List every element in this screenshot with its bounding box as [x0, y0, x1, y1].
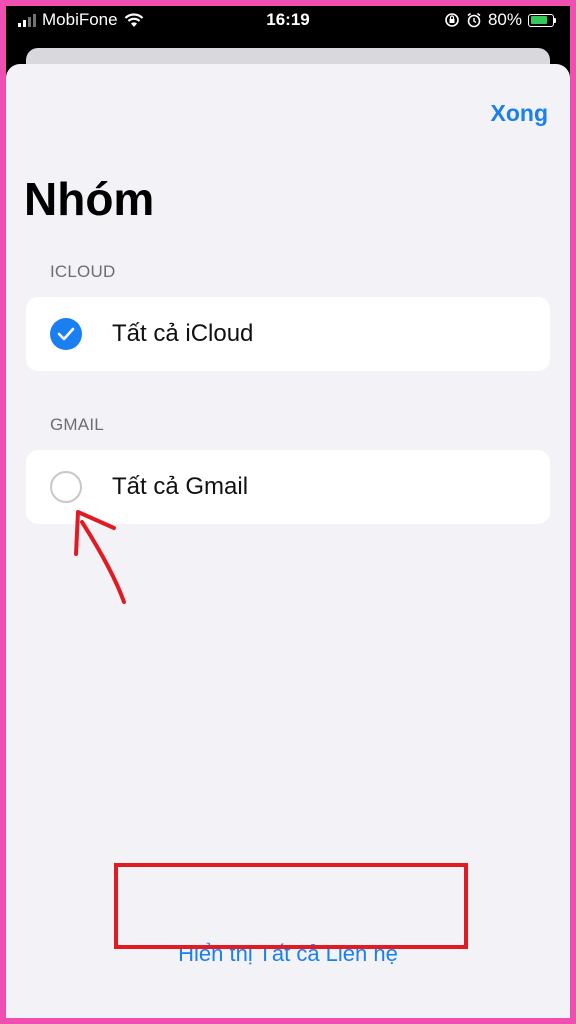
done-button[interactable]: Xong	[491, 100, 549, 127]
checkmark-icon[interactable]	[50, 318, 82, 350]
red-highlight-box	[114, 863, 468, 949]
battery-tip	[554, 17, 556, 23]
group-row-icloud[interactable]: Tất cả iCloud	[26, 297, 550, 371]
page-title: Nhóm	[24, 173, 155, 225]
phone-screen: MobiFone 16:19 80% Xong Nhóm ICLOUD Tất …	[6, 6, 570, 1018]
status-bar: MobiFone 16:19 80%	[6, 6, 570, 36]
status-right: 80%	[444, 10, 556, 30]
rotation-lock-icon	[445, 13, 459, 27]
section-header-gmail: GMAIL	[50, 415, 104, 434]
alarm-icon	[467, 12, 481, 28]
section-header-icloud: ICLOUD	[50, 262, 116, 281]
battery-body	[528, 13, 554, 27]
battery-icon	[528, 13, 556, 27]
group-label: Tất cả iCloud	[112, 320, 254, 347]
battery-percent: 80%	[487, 10, 522, 29]
battery-fill	[530, 16, 547, 24]
red-arrow-annotation	[74, 510, 126, 604]
